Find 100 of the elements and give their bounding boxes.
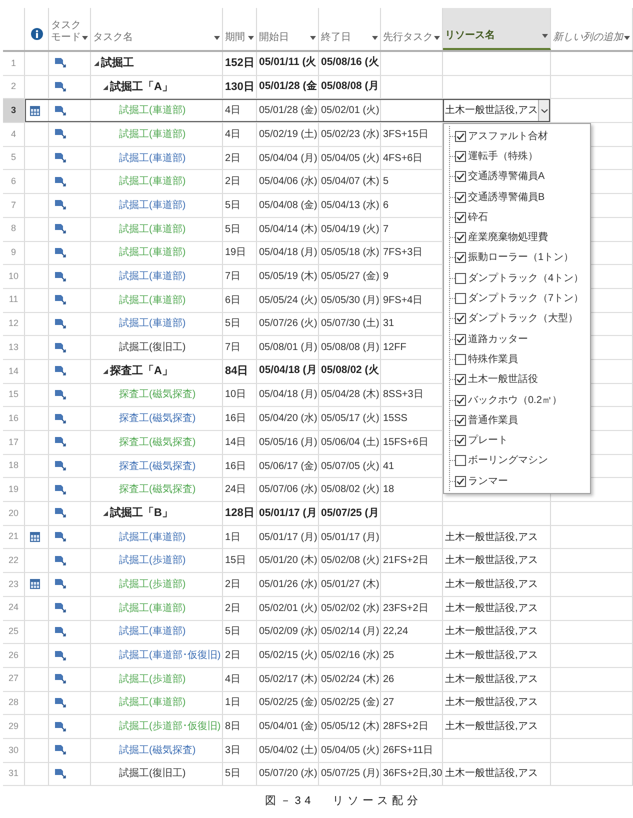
bar-arrow-icon (55, 626, 66, 637)
duration: 6日 (225, 294, 241, 308)
caret-icon (542, 34, 548, 38)
resource-option[interactable]: 土木一般世話役 (450, 370, 587, 390)
row-number[interactable]: 7 (3, 194, 25, 217)
resource-option[interactable]: 普通作業員 (450, 410, 587, 431)
column-header[interactable]: 開始日 (257, 8, 319, 50)
expand-triangle-icon[interactable] (103, 368, 108, 374)
expand-triangle-icon[interactable] (103, 510, 108, 516)
row-number[interactable]: 1 (3, 52, 25, 75)
checkbox[interactable] (455, 212, 466, 223)
checkbox[interactable] (455, 192, 466, 203)
row-number[interactable]: 6 (3, 170, 25, 194)
column-header[interactable]: 期間 (223, 8, 257, 50)
row-number[interactable]: 20 (3, 502, 25, 525)
checkbox[interactable] (455, 130, 466, 142)
checkbox[interactable] (455, 171, 466, 182)
column-header[interactable]: 終了日 (319, 8, 381, 50)
row-number[interactable]: 17 (3, 431, 25, 454)
expand-triangle-icon[interactable] (94, 60, 99, 66)
row-number[interactable]: 13 (3, 336, 25, 359)
resource-option[interactable]: 振動ローラー（1トン） (450, 248, 587, 268)
task-name: 試掘工(車道部) (119, 696, 186, 710)
task-name: 探査工(磁気探査) (119, 412, 196, 426)
calendar-icon (30, 532, 40, 542)
resource-option[interactable]: 運転手（特殊） (450, 146, 587, 167)
resource-option[interactable]: ダンプトラック（4トン） (450, 268, 587, 288)
row-number[interactable]: 25 (3, 620, 25, 644)
resource-option[interactable]: 交通誘導警備員B (450, 186, 587, 208)
checkbox[interactable] (455, 151, 466, 162)
row-number[interactable]: 2 (3, 76, 25, 98)
predecessors: 9FS+4日 (383, 294, 423, 308)
row-number[interactable]: 19 (3, 478, 25, 502)
resource-names: 土木一般世話役,アス (445, 672, 538, 687)
checkbox[interactable] (455, 435, 466, 446)
row-number[interactable]: 26 (3, 644, 25, 667)
resource-option[interactable]: バックホウ（0.2㎥） (450, 390, 587, 410)
checkbox[interactable] (455, 455, 466, 466)
checkbox[interactable] (455, 476, 466, 487)
resource-option[interactable]: 道路カッター (450, 329, 587, 350)
row-number[interactable]: 30 (3, 738, 25, 762)
resource-option[interactable]: プレート (450, 430, 587, 451)
row-number[interactable]: 9 (3, 242, 25, 264)
checkbox[interactable] (455, 394, 466, 406)
column-header[interactable]: タスク名 (91, 8, 223, 50)
row-number[interactable]: 4 (3, 123, 25, 146)
dropdown-button[interactable] (538, 100, 549, 122)
resource-option[interactable]: 産業廃棄物処理費 (450, 228, 587, 248)
bar-arrow-icon (55, 176, 66, 187)
resource-option[interactable]: ダンプトラック（7トン） (450, 288, 587, 309)
row-number[interactable]: 8 (3, 218, 25, 240)
row-number[interactable]: 23 (3, 573, 25, 596)
checkbox[interactable] (455, 354, 466, 365)
row-number[interactable]: 28 (3, 692, 25, 714)
resource-option[interactable]: ダンプトラック（大型） (450, 308, 587, 330)
row-number[interactable]: 24 (3, 596, 25, 620)
bar-arrow-icon (55, 674, 66, 684)
resource-option[interactable]: 砕石 (450, 207, 587, 228)
row-number[interactable]: 14 (3, 360, 25, 383)
checkbox[interactable] (455, 272, 466, 284)
task-name: 試掘工(車道部) (119, 174, 186, 190)
checkbox[interactable] (455, 414, 466, 426)
checkbox[interactable] (455, 313, 466, 324)
resource-field[interactable]: 土木一般世話役,アス (443, 99, 550, 122)
column-header[interactable]: リソース名 (443, 8, 551, 50)
row-number[interactable]: 11 (3, 288, 25, 312)
finish-date: 05/02/24 (木) (321, 672, 380, 687)
row-number[interactable]: 16 (3, 407, 25, 430)
row-number[interactable]: 27 (3, 668, 25, 691)
row-number[interactable]: 22 (3, 549, 25, 572)
row-number[interactable]: 29 (3, 715, 25, 738)
checkbox[interactable] (455, 334, 466, 345)
resource-option[interactable]: ボーリングマシン (450, 450, 587, 472)
row-number[interactable]: 5 (3, 146, 25, 170)
resource-option[interactable]: 特殊作業員 (450, 349, 587, 370)
row-number[interactable]: 12 (3, 312, 25, 336)
resource-names: 土木一般世話役,アス (445, 530, 538, 545)
bar-arrow-icon (55, 342, 66, 353)
column-header[interactable]: 新しい列の追加 (551, 8, 633, 50)
row-number[interactable]: 18 (3, 454, 25, 478)
row-number[interactable]: 3 (3, 99, 25, 122)
resource-option[interactable]: 交通誘導警備員A (450, 166, 587, 187)
finish-date: 05/02/16 (水) (321, 648, 380, 664)
checkbox[interactable] (455, 293, 466, 304)
row-number[interactable]: 21 (3, 526, 25, 548)
resource-option[interactable]: ランマー (450, 471, 587, 492)
checkbox[interactable] (455, 252, 466, 264)
checkbox[interactable] (455, 232, 466, 244)
task-name: 試掘工(歩道部) (119, 554, 186, 568)
row-number[interactable]: 31 (3, 762, 25, 786)
row-number[interactable]: 10 (3, 265, 25, 288)
column-header[interactable]: タスクモード (49, 8, 91, 50)
expand-triangle-icon[interactable] (103, 84, 108, 90)
resource-option[interactable]: アスファルト合材 (450, 126, 587, 146)
duration: 2日 (225, 578, 241, 592)
row-number[interactable]: 15 (3, 384, 25, 406)
checkbox[interactable] (455, 374, 466, 386)
start-date: 05/04/06 (水) (259, 174, 318, 190)
duration: 16日 (225, 412, 246, 426)
finish-date: 05/08/08 (月 (321, 79, 380, 94)
